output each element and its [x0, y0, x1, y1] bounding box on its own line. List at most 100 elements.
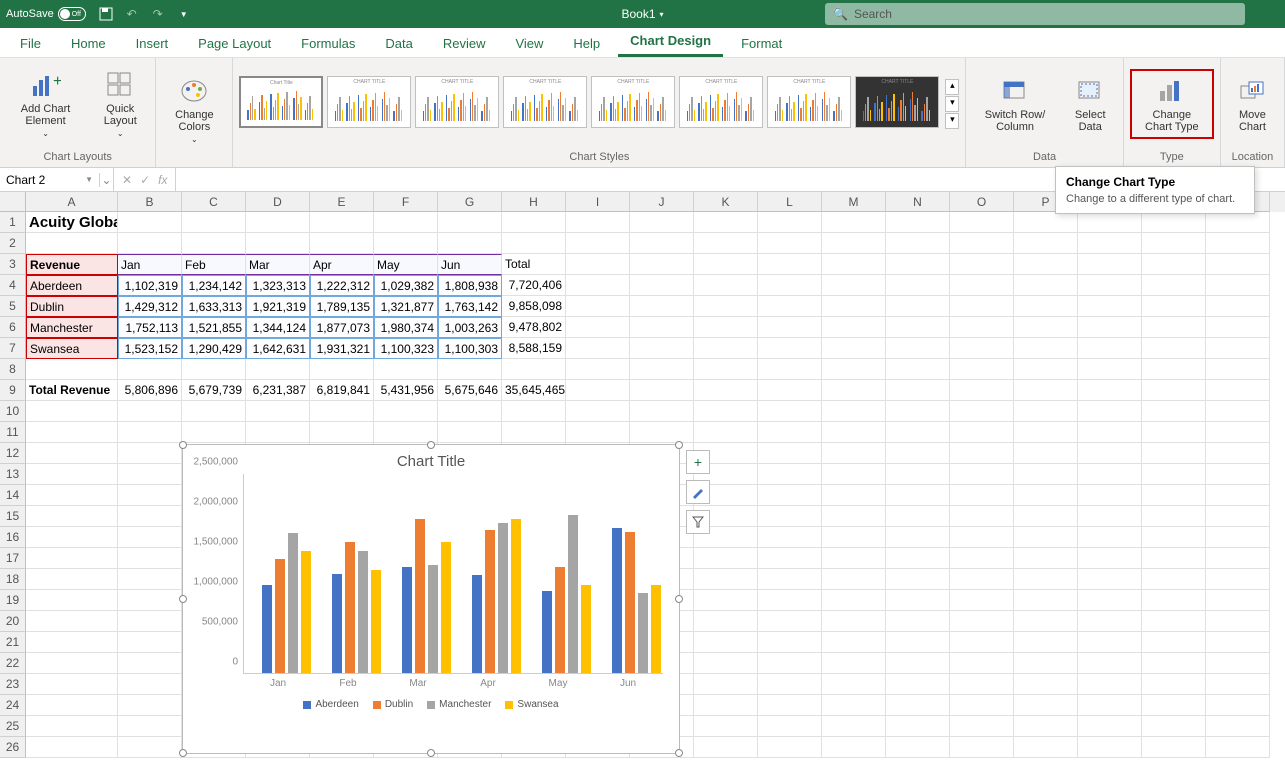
cell[interactable] [374, 212, 438, 233]
cell[interactable] [374, 422, 438, 443]
bar[interactable] [345, 542, 355, 673]
cell[interactable] [758, 401, 822, 422]
cell[interactable] [950, 737, 1014, 758]
column-header-M[interactable]: M [822, 192, 886, 212]
cell[interactable] [950, 464, 1014, 485]
cell[interactable] [1014, 254, 1078, 275]
bar[interactable] [485, 530, 495, 673]
bar[interactable] [625, 532, 635, 673]
embedded-chart[interactable]: Chart Title 0500,0001,000,0001,500,0002,… [182, 444, 680, 754]
cell[interactable] [1078, 401, 1142, 422]
cell[interactable] [374, 401, 438, 422]
cell[interactable] [246, 212, 310, 233]
cell[interactable] [886, 737, 950, 758]
tab-chart-design[interactable]: Chart Design [618, 27, 723, 57]
cell[interactable] [118, 737, 182, 758]
cell[interactable] [950, 317, 1014, 338]
cell[interactable] [886, 401, 950, 422]
search-box[interactable]: 🔍 Search [825, 3, 1245, 25]
cell[interactable] [822, 401, 886, 422]
cell[interactable] [758, 317, 822, 338]
cell[interactable] [566, 233, 630, 254]
cell[interactable] [694, 653, 758, 674]
cell[interactable] [118, 695, 182, 716]
data-cell[interactable]: 1,100,323 [374, 338, 438, 359]
cell[interactable] [1142, 674, 1206, 695]
cell[interactable] [1078, 590, 1142, 611]
column-header-K[interactable]: K [694, 192, 758, 212]
bar[interactable] [472, 575, 482, 673]
cancel-icon[interactable]: ✕ [122, 173, 132, 187]
cell[interactable] [26, 443, 118, 464]
column-header-B[interactable]: B [118, 192, 182, 212]
cell[interactable] [1206, 548, 1270, 569]
cell[interactable] [310, 422, 374, 443]
city-name[interactable]: Swansea [26, 338, 118, 359]
bar[interactable] [581, 585, 591, 673]
cell[interactable] [694, 422, 758, 443]
row-total[interactable]: 8,588,159 [502, 338, 566, 359]
cell[interactable] [1206, 233, 1270, 254]
data-cell[interactable]: 1,752,113 [118, 317, 182, 338]
cell[interactable] [1078, 317, 1142, 338]
cell[interactable] [886, 716, 950, 737]
legend-item[interactable]: Swansea [505, 699, 558, 710]
cell[interactable] [886, 611, 950, 632]
cell[interactable] [694, 632, 758, 653]
cell[interactable] [1014, 653, 1078, 674]
cell[interactable] [1142, 569, 1206, 590]
cell[interactable] [26, 590, 118, 611]
cell[interactable] [1206, 317, 1270, 338]
cell[interactable] [502, 422, 566, 443]
data-cell[interactable]: 1,234,142 [182, 275, 246, 296]
total-revenue-label[interactable]: Total Revenue [26, 380, 118, 401]
cell[interactable] [1078, 506, 1142, 527]
cell[interactable] [1078, 338, 1142, 359]
total-cell[interactable]: 5,806,896 [118, 380, 182, 401]
column-header-O[interactable]: O [950, 192, 1014, 212]
gallery-scroll[interactable]: ▴ ▾ ▾ [945, 79, 959, 129]
bar[interactable] [638, 593, 648, 673]
cell[interactable] [950, 338, 1014, 359]
tab-insert[interactable]: Insert [124, 30, 181, 57]
cell[interactable] [1142, 590, 1206, 611]
cell[interactable] [1142, 254, 1206, 275]
cell[interactable] [118, 632, 182, 653]
cell[interactable] [374, 359, 438, 380]
cell[interactable] [758, 464, 822, 485]
cell[interactable] [822, 653, 886, 674]
change-colors-button[interactable]: Change Colors⌄ [162, 73, 226, 146]
cell[interactable] [886, 443, 950, 464]
cell[interactable] [1014, 632, 1078, 653]
cell[interactable] [630, 422, 694, 443]
total-col-header[interactable]: Total [502, 254, 566, 275]
cell[interactable] [950, 569, 1014, 590]
bar[interactable] [651, 585, 661, 673]
cell[interactable] [118, 674, 182, 695]
row-header-6[interactable]: 6 [0, 317, 26, 338]
cell[interactable] [758, 737, 822, 758]
cell[interactable] [26, 716, 118, 737]
cell[interactable] [26, 527, 118, 548]
cell[interactable] [630, 317, 694, 338]
cell[interactable] [758, 485, 822, 506]
cell[interactable] [1142, 506, 1206, 527]
cell[interactable] [1206, 359, 1270, 380]
total-cell[interactable]: 5,679,739 [182, 380, 246, 401]
total-cell[interactable]: 5,431,956 [374, 380, 438, 401]
row-total[interactable]: 9,478,802 [502, 317, 566, 338]
cell[interactable] [822, 548, 886, 569]
data-cell[interactable]: 1,321,877 [374, 296, 438, 317]
cell[interactable] [310, 212, 374, 233]
cell[interactable] [1078, 254, 1142, 275]
move-chart-button[interactable]: Move Chart [1227, 73, 1278, 135]
cell[interactable] [1078, 464, 1142, 485]
data-cell[interactable]: 1,521,855 [182, 317, 246, 338]
data-cell[interactable]: 1,290,429 [182, 338, 246, 359]
cell[interactable] [1142, 338, 1206, 359]
cell[interactable] [310, 401, 374, 422]
cell[interactable] [758, 233, 822, 254]
data-cell[interactable]: 1,102,319 [118, 275, 182, 296]
cell[interactable] [182, 359, 246, 380]
cell[interactable] [1014, 527, 1078, 548]
